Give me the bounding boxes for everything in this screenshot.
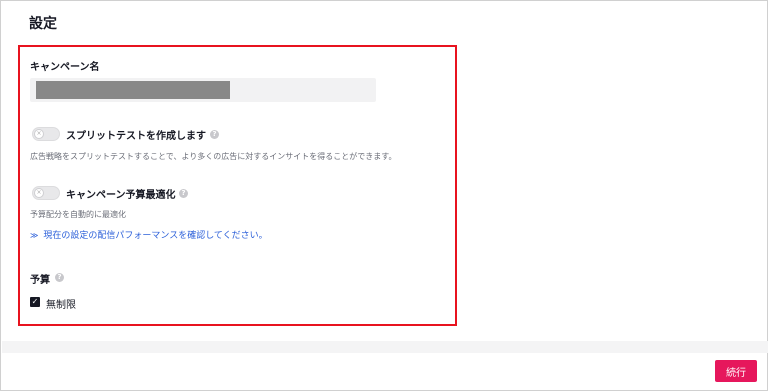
info-icon[interactable]: ? xyxy=(179,189,188,198)
double-chevron-down-icon: ≫ xyxy=(30,231,39,240)
budget-optimization-label: キャンペーン予算最適化 xyxy=(66,190,176,201)
settings-panel: 設定 キャンペーン名 × スプリットテストを作成します ? 広告戦略をスプリット… xyxy=(0,0,768,391)
performance-link[interactable]: ≫ 現在の設定の配信パフォーマンスを確認してください。 xyxy=(30,228,268,241)
budget-label: 予算 xyxy=(30,275,50,286)
split-test-description: 広告戦略をスプリットテストすることで、より多くの広告に対するインサイトを得ること… xyxy=(30,152,397,161)
unlimited-label: 無制限 xyxy=(46,300,76,311)
page-title: 設定 xyxy=(29,16,57,32)
toggle-off-icon: × xyxy=(34,188,44,198)
redacted-value xyxy=(36,81,230,99)
footer-divider xyxy=(2,341,768,353)
budget-optimization-description: 予算配分を自動的に最適化 xyxy=(30,210,126,219)
budget-optimization-toggle[interactable]: × xyxy=(32,186,60,200)
campaign-name-input[interactable] xyxy=(30,78,376,102)
info-icon[interactable]: ? xyxy=(210,130,219,139)
performance-link-text: 現在の設定の配信パフォーマンスを確認してください。 xyxy=(43,231,268,241)
split-test-label: スプリットテストを作成します xyxy=(66,131,206,142)
split-test-toggle[interactable]: × xyxy=(32,127,60,141)
next-button[interactable]: 続行 xyxy=(715,360,757,382)
campaign-name-label: キャンペーン名 xyxy=(30,62,100,73)
unlimited-checkbox[interactable]: ✓ xyxy=(30,297,40,307)
info-icon[interactable]: ? xyxy=(55,273,64,282)
toggle-off-icon: × xyxy=(34,129,44,139)
